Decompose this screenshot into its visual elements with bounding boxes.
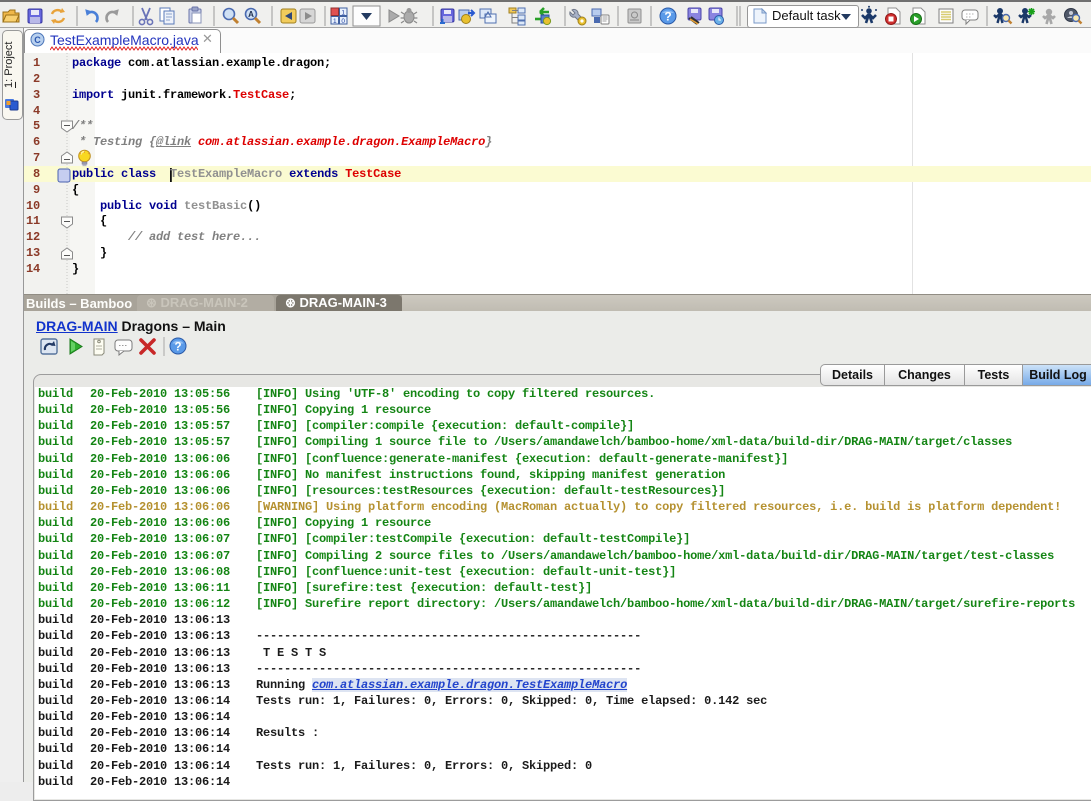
svg-text:?: ? [174, 342, 181, 354]
svg-text:1: 1 [333, 18, 337, 25]
svg-text:0: 0 [341, 18, 345, 25]
svg-text:C: C [34, 35, 41, 45]
svg-text:?: ? [664, 10, 671, 24]
svg-text:1: 1 [341, 9, 345, 16]
svg-text:A: A [248, 10, 254, 19]
